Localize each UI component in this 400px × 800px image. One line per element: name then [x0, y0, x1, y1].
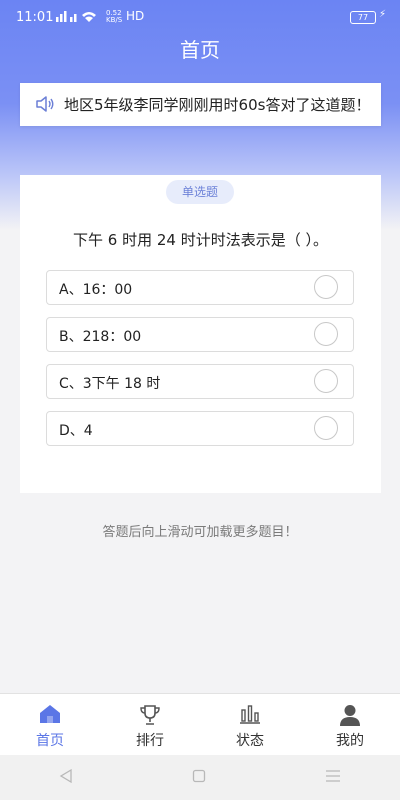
- scroll-hint: 答题后向上滑动可加载更多题目！: [102, 525, 298, 540]
- bottom-tab-bar: 首页 排行 状态 我的: [0, 693, 400, 756]
- status-time: 11:01: [16, 10, 54, 25]
- bar-chart-icon: [239, 704, 261, 728]
- option-c[interactable]: C、3下午 18 时: [46, 364, 354, 399]
- menu-icon[interactable]: [325, 768, 341, 787]
- option-label: C、3下午 18 时: [59, 376, 161, 392]
- home-nav-icon[interactable]: [192, 768, 206, 787]
- signal-icon: [56, 9, 96, 23]
- radio-button[interactable]: [314, 369, 338, 393]
- question-type-badge: 单选题: [166, 180, 234, 204]
- option-label: A、16：00: [59, 282, 133, 298]
- tab-label: 状态: [236, 733, 264, 749]
- tab-label: 我的: [336, 733, 364, 749]
- user-icon: [339, 704, 361, 730]
- speaker-icon: [35, 96, 55, 116]
- home-icon: [39, 704, 61, 728]
- tab-status[interactable]: 状态: [200, 694, 300, 756]
- page-title: 首页: [180, 38, 220, 62]
- back-icon[interactable]: [59, 768, 73, 787]
- radio-button[interactable]: [314, 322, 338, 346]
- option-b[interactable]: B、218：00: [46, 317, 354, 352]
- notice-banner: 地区5年级李同学刚刚用时60s答对了这道题！: [20, 83, 381, 126]
- status-bar: 11:01 0.52 KB/S HD 77 ⚡: [0, 0, 400, 36]
- radio-button[interactable]: [314, 275, 338, 299]
- charging-icon: ⚡: [378, 9, 386, 20]
- tab-profile[interactable]: 我的: [300, 694, 400, 756]
- question-card: 单选题 下午 6 时用 24 时计时法表示是（ ）。 A、16：00 B、218…: [20, 175, 381, 493]
- option-label: B、218：00: [59, 329, 142, 345]
- option-d[interactable]: D、4: [46, 411, 354, 446]
- option-a[interactable]: A、16：00: [46, 270, 354, 305]
- tab-label: 首页: [36, 733, 64, 749]
- question-text: 下午 6 时用 24 时计时法表示是（ ）。: [73, 231, 328, 249]
- tab-ranking[interactable]: 排行: [100, 694, 200, 756]
- tab-home[interactable]: 首页: [0, 694, 100, 756]
- tab-label: 排行: [136, 733, 164, 749]
- system-navigation-bar: [0, 755, 400, 800]
- trophy-icon: [139, 704, 161, 730]
- battery-icon: 77: [350, 11, 376, 24]
- network-speed: 0.52 KB/S HD: [106, 8, 145, 24]
- notice-message: 地区5年级李同学刚刚用时60s答对了这道题！: [64, 96, 371, 114]
- radio-button[interactable]: [314, 416, 338, 440]
- option-label: D、4: [59, 423, 93, 439]
